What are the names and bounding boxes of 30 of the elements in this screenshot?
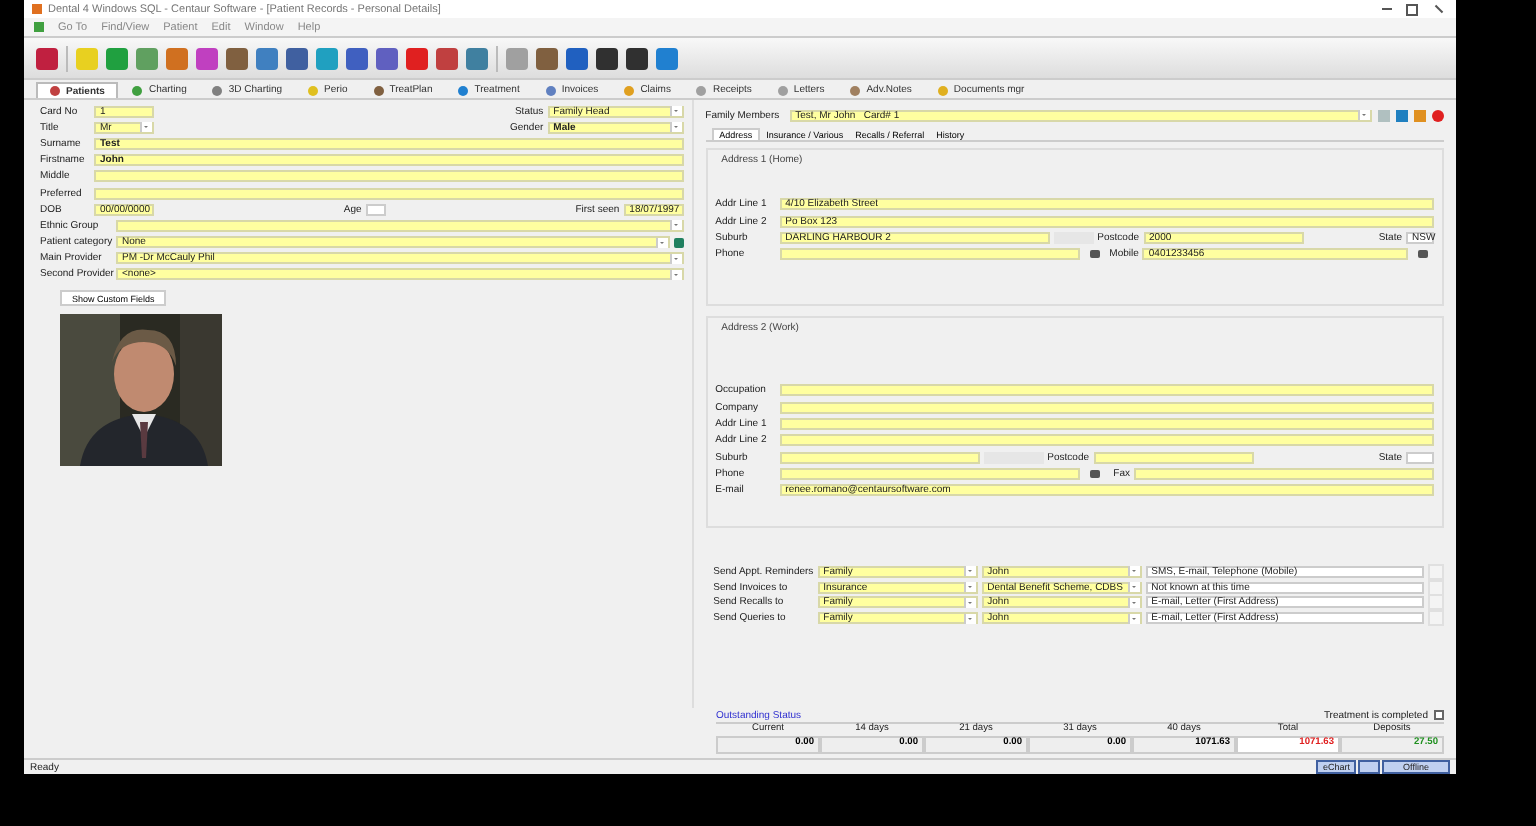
- preferred-name-field[interactable]: [94, 187, 684, 200]
- toolbar-icon[interactable]: [346, 47, 368, 69]
- remove-icon[interactable]: [1432, 109, 1444, 122]
- occupation-field[interactable]: [779, 384, 1434, 397]
- toolbar-icon[interactable]: [36, 47, 58, 69]
- middle-name-field[interactable]: [94, 170, 684, 183]
- fax-field[interactable]: [1134, 468, 1434, 481]
- dropdown-icon[interactable]: [1358, 110, 1370, 121]
- toolbar-icon[interactable]: [566, 47, 588, 69]
- age-field[interactable]: [365, 203, 386, 216]
- phone-field[interactable]: [779, 468, 1080, 481]
- minimize-icon[interactable]: [1376, 2, 1396, 16]
- maximize-icon[interactable]: [1402, 2, 1422, 16]
- toolbar-icon[interactable]: [286, 47, 308, 69]
- toolbar-icon[interactable]: [626, 47, 648, 69]
- readonly-field: [983, 451, 1044, 464]
- company-field[interactable]: [779, 401, 1434, 414]
- readonly-field: [1053, 231, 1094, 244]
- toolbar-icon[interactable]: [226, 47, 248, 69]
- postcode-field[interactable]: [1093, 451, 1254, 464]
- app-icon: [32, 4, 42, 14]
- suburb-field[interactable]: [779, 451, 980, 464]
- dropdown-icon[interactable]: [140, 122, 152, 133]
- checkbox[interactable]: [1434, 710, 1444, 720]
- toolbar-icon[interactable]: [536, 47, 558, 69]
- toolbar-icon[interactable]: [596, 47, 618, 69]
- address-line-field[interactable]: [779, 434, 1434, 447]
- state-field[interactable]: [1406, 451, 1434, 464]
- address-line-field[interactable]: [779, 417, 1434, 430]
- phone-field[interactable]: [779, 248, 1080, 261]
